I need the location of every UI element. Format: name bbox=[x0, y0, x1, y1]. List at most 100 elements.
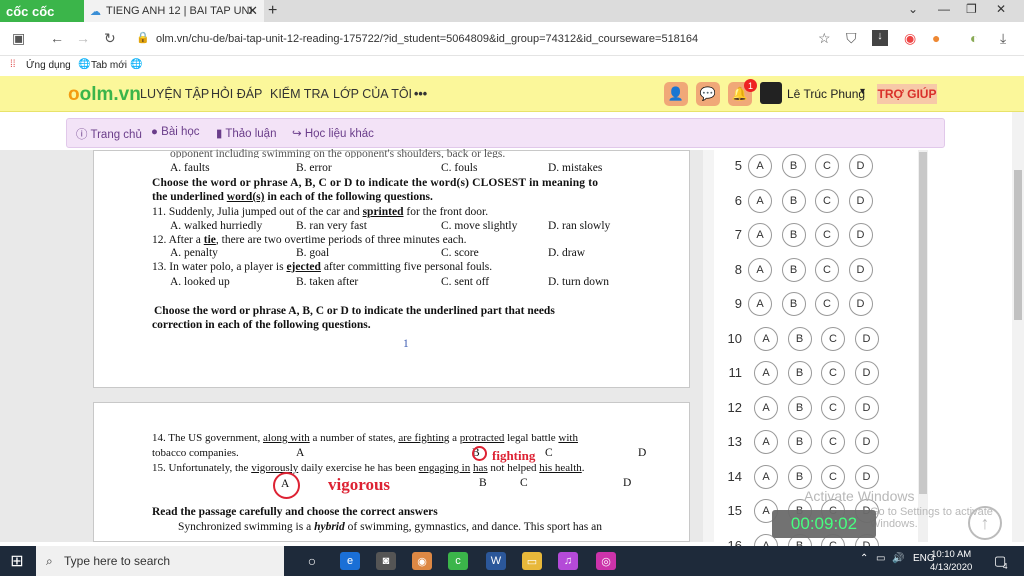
windows-start-icon[interactable]: ⊞ bbox=[0, 546, 34, 576]
nav-more[interactable]: ••• bbox=[414, 87, 427, 101]
page-scroll-thumb[interactable] bbox=[1014, 170, 1022, 320]
sidebar-toggle-icon[interactable]: ▣ bbox=[12, 30, 25, 47]
answer-option-c[interactable]: C bbox=[821, 326, 845, 351]
system-clock[interactable]: 10:10 AM 4/13/2020 bbox=[930, 548, 972, 574]
downloads-icon[interactable]: ⤓ bbox=[1000, 30, 1006, 47]
nav-lop-cua-toi[interactable]: LỚP CỦA TÔI bbox=[333, 87, 412, 101]
volume-icon[interactable]: 🔊 bbox=[892, 553, 904, 564]
answer-option-c[interactable]: C bbox=[815, 257, 839, 282]
chat-icon[interactable]: 💬 bbox=[696, 82, 720, 106]
tray-chevron-icon[interactable]: ⌃ bbox=[860, 553, 868, 564]
answer-option-b[interactable]: B bbox=[781, 257, 806, 282]
task-view-icon[interactable]: ○ bbox=[302, 552, 322, 570]
answer-option-d[interactable]: D bbox=[848, 257, 873, 282]
profile-avatar[interactable]: ◐ bbox=[970, 30, 978, 46]
edge-icon[interactable]: e bbox=[340, 552, 360, 570]
nav-luyen-tap[interactable]: LUYỆN TẬP bbox=[140, 87, 209, 101]
answer-option-b[interactable]: B bbox=[787, 395, 812, 420]
scroll-top-icon[interactable]: ↑ bbox=[968, 506, 1002, 540]
close-tab-icon[interactable]: ✕ bbox=[247, 3, 258, 19]
coccoc-icon[interactable]: c bbox=[448, 552, 468, 570]
bookmark-newtab[interactable]: Tab mới bbox=[91, 60, 127, 71]
answer-option-d[interactable]: D bbox=[848, 188, 873, 213]
new-tab-button[interactable]: + bbox=[268, 0, 277, 22]
answer-option-b[interactable]: B bbox=[781, 154, 806, 178]
answer-option-c[interactable]: C bbox=[815, 292, 839, 316]
answer-option-a[interactable]: A bbox=[748, 292, 772, 316]
answer-option-c[interactable]: C bbox=[821, 430, 845, 454]
answer-option-a[interactable]: A bbox=[748, 188, 772, 213]
url-field[interactable]: 🔒 olm.vn/chu-de/bai-tap-unit-12-reading-… bbox=[128, 27, 838, 51]
answer-option-b[interactable]: B bbox=[781, 188, 806, 213]
answer-option-a[interactable]: A bbox=[754, 464, 778, 489]
answer-option-c[interactable]: C bbox=[815, 223, 839, 247]
answer-option-d[interactable]: D bbox=[854, 395, 879, 420]
answer-option-b[interactable]: B bbox=[787, 464, 812, 489]
site-logo[interactable]: oolm.vn bbox=[68, 84, 141, 106]
shield-icon[interactable]: ⛉ bbox=[846, 30, 857, 47]
music-icon[interactable]: ♫ bbox=[558, 552, 578, 570]
bookmark-star-icon[interactable]: ☆ bbox=[818, 30, 831, 47]
answer-option-d[interactable]: D bbox=[848, 292, 873, 316]
taskbar-search[interactable]: ⌕ Type here to search bbox=[36, 546, 284, 576]
answer-option-c[interactable]: C bbox=[821, 464, 845, 489]
user-name[interactable]: Lê Trúc Phung bbox=[787, 87, 865, 101]
subnav-materials[interactable]: ↪ Học liệu khác bbox=[292, 126, 374, 140]
answer-option-c[interactable]: C bbox=[815, 188, 839, 213]
extension2-icon[interactable]: ● bbox=[932, 30, 940, 46]
chevron-down-icon[interactable]: ▾ bbox=[860, 86, 865, 97]
answer-scroll-thumb[interactable] bbox=[919, 152, 927, 494]
answer-option-b[interactable]: B bbox=[781, 292, 806, 316]
maximize-button[interactable]: ❐ bbox=[966, 2, 977, 16]
bookmark-apps[interactable]: Ứng dụng bbox=[26, 60, 71, 71]
forward-button[interactable]: → bbox=[76, 30, 90, 46]
annotation-vigorous: vigorous bbox=[328, 475, 391, 494]
answer-option-b[interactable]: B bbox=[787, 361, 812, 385]
network-icon[interactable]: ▭ bbox=[876, 553, 885, 564]
answer-option-a[interactable]: A bbox=[754, 395, 778, 420]
extension-icon[interactable]: ◉ bbox=[904, 30, 916, 47]
answer-option-d[interactable]: D bbox=[848, 154, 873, 178]
camera-icon[interactable]: ◙ bbox=[376, 552, 396, 570]
subnav-discussion[interactable]: ▮ Thảo luận bbox=[216, 126, 276, 140]
answer-option-d[interactable]: D bbox=[854, 326, 879, 351]
answer-option-a[interactable]: A bbox=[754, 430, 778, 454]
help-button[interactable]: TRỢ GIÚP bbox=[877, 84, 937, 104]
answer-option-d[interactable]: D bbox=[854, 430, 879, 454]
app-icon[interactable]: ◎ bbox=[596, 552, 616, 570]
back-button[interactable]: ← bbox=[50, 30, 64, 46]
answer-option-a[interactable]: A bbox=[754, 361, 778, 385]
browser-tab[interactable]: ☁ TIENG ANH 12 | BAI TAP UNI ✕ bbox=[84, 0, 264, 22]
answer-option-c[interactable]: C bbox=[821, 361, 845, 385]
download-arrow-icon[interactable]: ↓ bbox=[872, 30, 888, 46]
answer-option-c[interactable]: C bbox=[815, 154, 839, 178]
nav-kiem-tra[interactable]: KIỂM TRA bbox=[270, 87, 329, 101]
answer-option-a[interactable]: A bbox=[754, 326, 778, 351]
cloud-icon: ☁ bbox=[90, 5, 101, 18]
answer-option-c[interactable]: C bbox=[821, 395, 845, 420]
globe-icon[interactable]: 🌐 bbox=[130, 59, 142, 70]
word-icon[interactable]: W bbox=[486, 552, 506, 570]
doc-scrollbar[interactable] bbox=[703, 150, 714, 542]
subnav-lessons[interactable]: ● Bài học bbox=[151, 126, 200, 138]
answer-option-d[interactable]: D bbox=[854, 361, 879, 385]
reload-button[interactable]: ↻ bbox=[104, 30, 116, 47]
answer-option-b[interactable]: B bbox=[787, 326, 812, 351]
answer-option-d[interactable]: D bbox=[854, 464, 879, 489]
chrome-icon[interactable]: ◉ bbox=[412, 552, 432, 570]
nav-hoi-dap[interactable]: HỎI ĐÁP bbox=[211, 87, 262, 101]
answer-option-d[interactable]: D bbox=[848, 223, 873, 247]
answer-option-a[interactable]: A bbox=[748, 257, 772, 282]
minimize-button[interactable]: — bbox=[938, 2, 950, 16]
folder-icon[interactable]: ▭ bbox=[522, 552, 542, 570]
add-friend-icon[interactable]: 👤 bbox=[664, 82, 688, 106]
answer-option-a[interactable]: A bbox=[748, 154, 772, 178]
tab-menu-icon[interactable]: ⌄ bbox=[908, 2, 918, 16]
avatar[interactable] bbox=[760, 82, 782, 104]
close-window-button[interactable]: ✕ bbox=[996, 2, 1006, 16]
answer-option-b[interactable]: B bbox=[781, 223, 806, 247]
answer-option-a[interactable]: A bbox=[748, 223, 772, 247]
subnav-home[interactable]: ⓘ Trang chủ bbox=[76, 126, 142, 142]
answer-option-b[interactable]: B bbox=[787, 430, 812, 454]
browser-brand[interactable]: cốc cốc bbox=[0, 0, 84, 22]
